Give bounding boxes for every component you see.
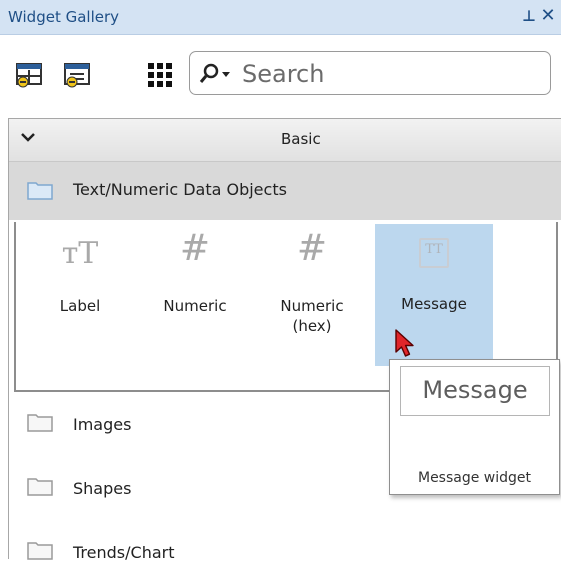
widget-label[interactable]: ᴛT Label <box>30 226 130 366</box>
widget-numeric-text: Numeric <box>163 297 227 315</box>
numeric-hex-line2: (hex) <box>292 317 332 335</box>
widget-message-text: Message <box>401 295 467 313</box>
search-icon[interactable] <box>198 62 232 90</box>
folder-icon <box>27 540 53 564</box>
tooltip-preview: Message <box>400 366 550 416</box>
tooltip-caption: Message widget <box>417 470 532 486</box>
add-widget-icon[interactable] <box>14 60 44 90</box>
widget-label-text: Label <box>59 297 101 315</box>
category-label: Basic <box>281 130 321 148</box>
numeric-hex-line1: Numeric <box>280 297 344 315</box>
search-input[interactable]: Search <box>189 51 551 95</box>
category-header-basic[interactable]: Basic <box>9 119 561 162</box>
group-label: Text/Numeric Data Objects <box>73 180 287 199</box>
grid-view-icon[interactable] <box>145 60 175 90</box>
mouse-cursor-icon <box>393 328 419 364</box>
text-widget-icon: ᴛT <box>61 236 99 271</box>
widget-numeric-hex-text: Numeric (hex) <box>262 296 362 336</box>
list-item-label: Trends/Chart <box>73 543 175 562</box>
panel-titlebar: Widget Gallery ⊥ ✕ <box>0 0 561 35</box>
folder-icon <box>27 476 53 500</box>
folder-icon <box>27 180 53 204</box>
panel-title: Widget Gallery <box>8 8 120 26</box>
message-widget-icon: TT <box>419 238 449 268</box>
edit-widget-icon[interactable] <box>62 60 92 90</box>
list-item-label: Shapes <box>73 479 132 498</box>
list-item-trends-chart[interactable]: Trends/Chart <box>9 526 561 562</box>
list-item-label: Images <box>73 415 132 434</box>
close-icon[interactable]: ✕ <box>539 5 557 27</box>
search-placeholder: Search <box>242 60 325 88</box>
widget-tooltip: Message Message widget <box>389 359 560 495</box>
widget-numeric-hex[interactable]: # Numeric (hex) <box>262 226 362 366</box>
tooltip-preview-text: Message <box>422 376 528 404</box>
group-header-text-numeric[interactable]: Text/Numeric Data Objects <box>9 162 561 220</box>
folder-icon <box>27 412 53 436</box>
chevron-down-icon[interactable] <box>19 129 37 147</box>
widget-numeric[interactable]: # Numeric <box>145 226 245 366</box>
hash-icon: # <box>296 228 328 269</box>
hash-icon: # <box>179 228 211 269</box>
pin-icon[interactable]: ⊥ <box>521 5 537 27</box>
